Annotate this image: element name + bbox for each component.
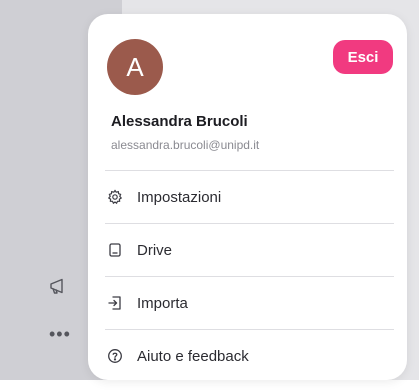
megaphone-icon[interactable] <box>48 276 68 296</box>
menu-item-import[interactable]: Importa <box>105 276 394 329</box>
account-menu-panel: A Esci Alessandra Brucoli alessandra.bru… <box>88 14 407 380</box>
import-icon <box>107 295 123 311</box>
user-name: Alessandra Brucoli <box>111 113 248 130</box>
more-icon[interactable]: ••• <box>49 325 71 343</box>
gear-icon <box>107 189 123 205</box>
logout-button[interactable]: Esci <box>333 40 393 74</box>
menu-item-label: Importa <box>137 294 188 312</box>
drive-icon <box>107 242 123 258</box>
menu-item-label: Drive <box>137 241 173 259</box>
avatar: A <box>107 39 163 95</box>
menu-item-drive[interactable]: Drive <box>105 223 394 276</box>
user-email: alessandra.brucoli@unipd.it <box>111 138 260 152</box>
account-menu: Impostazioni Drive Importa Aiuto e feedb… <box>105 170 394 382</box>
menu-item-label: Aiuto e feedback <box>137 347 249 365</box>
help-icon <box>107 348 123 364</box>
menu-item-label: Impostazioni <box>137 188 222 206</box>
menu-item-settings[interactable]: Impostazioni <box>105 170 394 223</box>
menu-item-help[interactable]: Aiuto e feedback <box>105 329 394 382</box>
